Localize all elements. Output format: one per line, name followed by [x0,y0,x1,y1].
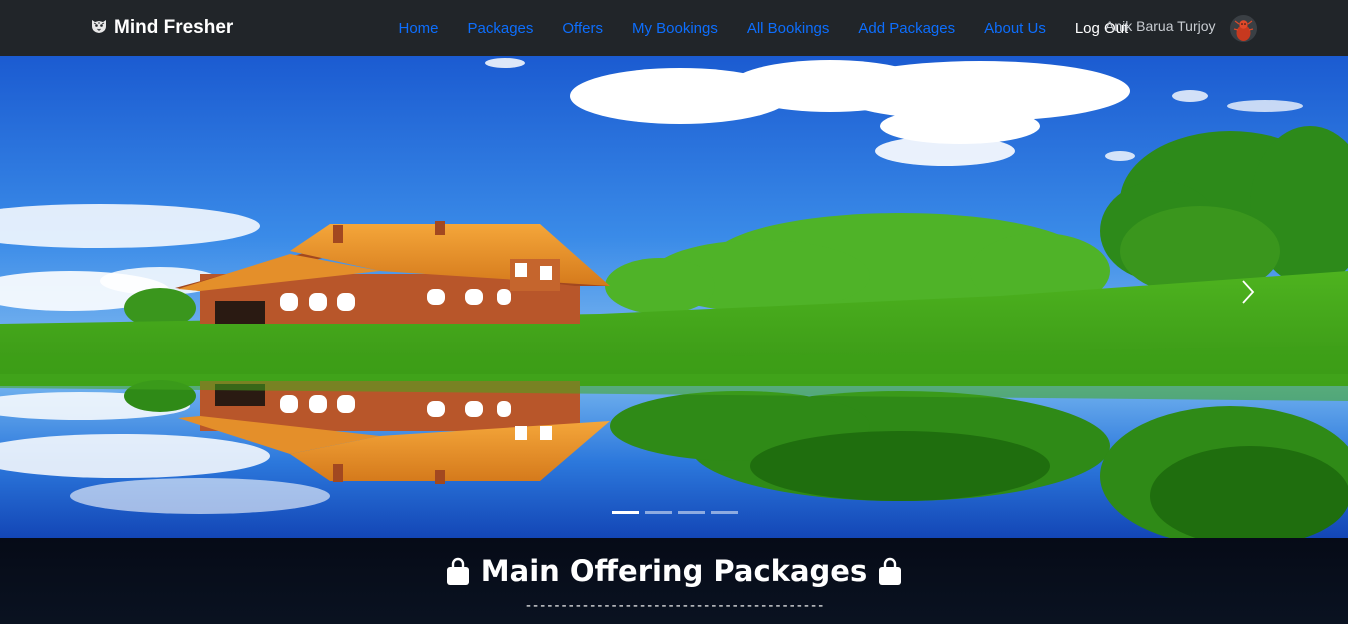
carousel-prev-button[interactable] [0,56,200,538]
hero-carousel [0,56,1348,538]
brand-name: Mind Fresher [114,17,234,38]
nav-links: Home Packages Offers My Bookings All Boo… [384,18,1143,38]
section-title-row: Main Offering Packages [0,554,1348,588]
nav-link-about-us[interactable]: About Us [970,20,1061,37]
slide-image-house-lake [0,56,1348,538]
shopping-bag-icon [877,556,903,586]
carousel-indicator-1[interactable] [612,511,639,514]
carousel-indicator-4[interactable] [711,511,738,514]
nav-link-add-packages[interactable]: Add Packages [844,20,970,37]
chevron-right-icon [1240,278,1256,311]
nav-link-all-bookings[interactable]: All Bookings [732,20,844,37]
shopping-bag-icon [445,556,471,586]
carousel-next-button[interactable] [1148,56,1348,538]
carousel-indicator-3[interactable] [678,511,705,514]
section-divider: ----------------------------------------… [524,598,825,614]
nav-link-my-bookings[interactable]: My Bookings [617,20,732,37]
carousel-indicators [612,511,738,514]
nav-link-home[interactable]: Home [384,20,453,37]
section-title: Main Offering Packages [480,554,868,588]
packages-section: Main Offering Packages -----------------… [0,538,1348,624]
tiger-icon [90,17,108,40]
user-avatar[interactable] [1230,15,1257,42]
navbar: Mind Fresher Home Packages Offers My Boo… [0,0,1348,56]
user-name: Anik Barua Turjoy [1105,18,1216,34]
nav-link-offers[interactable]: Offers [548,20,618,37]
carousel-indicator-2[interactable] [645,511,672,514]
nav-link-packages[interactable]: Packages [453,20,548,37]
brand-link[interactable]: Mind Fresher [90,16,233,40]
